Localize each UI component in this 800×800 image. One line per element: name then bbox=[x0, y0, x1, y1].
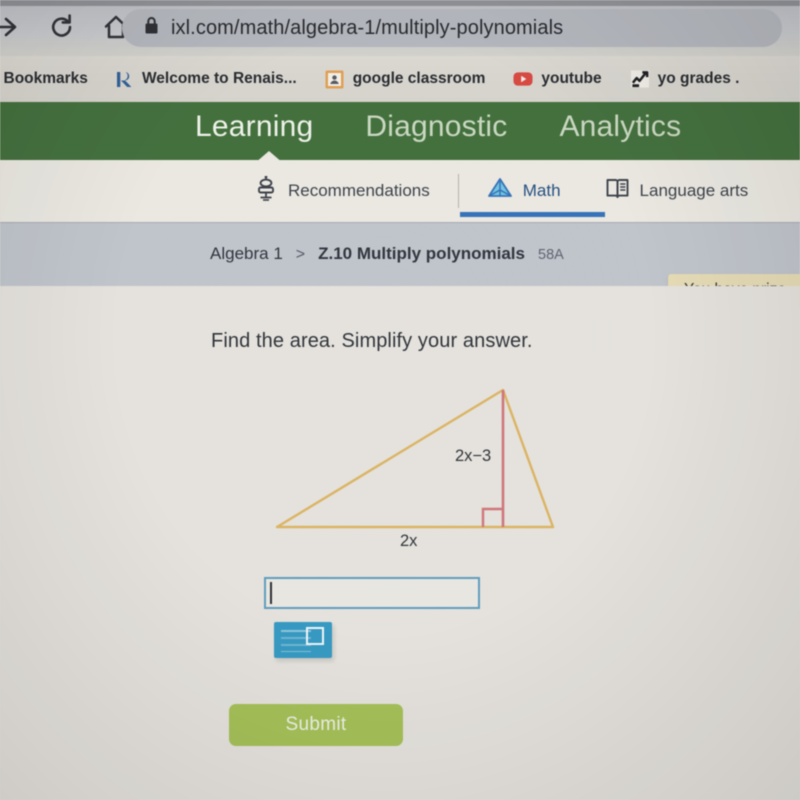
triangle-figure: 2x−3 2x bbox=[255, 375, 585, 560]
bookmark-yo-grades[interactable]: yo grades . bbox=[630, 69, 740, 89]
tab-divider bbox=[457, 174, 459, 208]
bookmark-welcome-to-renaissance[interactable]: Welcome to Renais... bbox=[114, 69, 297, 89]
answer-input[interactable] bbox=[264, 577, 480, 609]
bookmark-label: google classroom bbox=[352, 70, 486, 87]
browser-toolbar: ixl.com/math/algebra-1/multiply-polynomi… bbox=[0, 0, 800, 56]
tab-math[interactable]: Math bbox=[465, 170, 583, 212]
breadcrumb: Algebra 1 > Z.10 Multiply polynomials 58… bbox=[210, 244, 564, 264]
youtube-icon bbox=[513, 69, 533, 89]
forward-arrow-icon[interactable] bbox=[0, 12, 22, 42]
lock-icon bbox=[144, 16, 159, 40]
triangle-height-label: 2x−3 bbox=[455, 447, 492, 465]
triangle-svg bbox=[275, 388, 555, 529]
breadcrumb-skill-code: 58A bbox=[538, 247, 564, 263]
address-bar-url: ixl.com/math/algebra-1/multiply-polynomi… bbox=[171, 16, 564, 39]
bookmarks-bar: R Bookmarks Welcome to Renais... goo bbox=[0, 56, 800, 102]
browser-nav-icons bbox=[0, 12, 130, 42]
bookmark-r-bookmarks[interactable]: R Bookmarks bbox=[0, 70, 88, 88]
nav-item-analytics[interactable]: Analytics bbox=[559, 110, 681, 144]
renaissance-r-icon bbox=[114, 69, 134, 89]
subject-tab-bar: Recommendations Math Language arts bbox=[0, 160, 800, 222]
nav-item-learning[interactable]: Learning bbox=[195, 110, 313, 144]
tab-recommendations[interactable]: Recommendations bbox=[232, 170, 452, 212]
tab-label: Language arts bbox=[639, 181, 749, 200]
bookmark-label: R Bookmarks bbox=[0, 70, 88, 87]
tab-label: Recommendations bbox=[288, 181, 430, 200]
exponent-placeholder-icon bbox=[306, 627, 324, 645]
breadcrumb-skill: Z.10 Multiply polynomials bbox=[318, 244, 525, 263]
open-book-icon bbox=[605, 176, 630, 206]
pyramid-icon bbox=[487, 177, 513, 206]
bookmark-label: Welcome to Renais... bbox=[141, 70, 297, 87]
bookmark-label: youtube bbox=[541, 70, 602, 87]
active-tab-underline bbox=[460, 212, 605, 217]
submit-button[interactable]: Submit bbox=[229, 704, 403, 746]
google-classroom-icon bbox=[325, 69, 345, 89]
address-bar[interactable]: ixl.com/math/algebra-1/multiply-polynomi… bbox=[122, 9, 782, 47]
robot-icon bbox=[254, 175, 278, 207]
site-main-nav: Learning Diagnostic Analytics bbox=[0, 102, 800, 160]
bookmark-google-classroom[interactable]: google classroom bbox=[325, 69, 486, 89]
tab-label: Math bbox=[522, 181, 561, 200]
subject-tabs: Recommendations Math Language arts bbox=[232, 170, 770, 212]
nav-item-diagnostic[interactable]: Diagnostic bbox=[365, 110, 507, 144]
reload-icon[interactable] bbox=[48, 13, 76, 41]
tab-strip-edge bbox=[0, 0, 800, 6]
site-nav-items: Learning Diagnostic Analytics bbox=[195, 110, 681, 144]
grades-icon bbox=[630, 69, 650, 89]
chevron-right-icon: > bbox=[295, 246, 306, 263]
question-prompt: Find the area. Simplify your answer. bbox=[211, 330, 533, 352]
text-caret bbox=[270, 582, 272, 604]
triangle-base-label: 2x bbox=[400, 532, 418, 550]
tab-language-arts[interactable]: Language arts bbox=[583, 170, 771, 212]
bookmark-label: yo grades . bbox=[657, 70, 740, 87]
exponent-keypad-button[interactable] bbox=[274, 622, 332, 658]
bookmark-youtube[interactable]: youtube bbox=[513, 69, 602, 89]
breadcrumb-course[interactable]: Algebra 1 bbox=[210, 244, 283, 264]
